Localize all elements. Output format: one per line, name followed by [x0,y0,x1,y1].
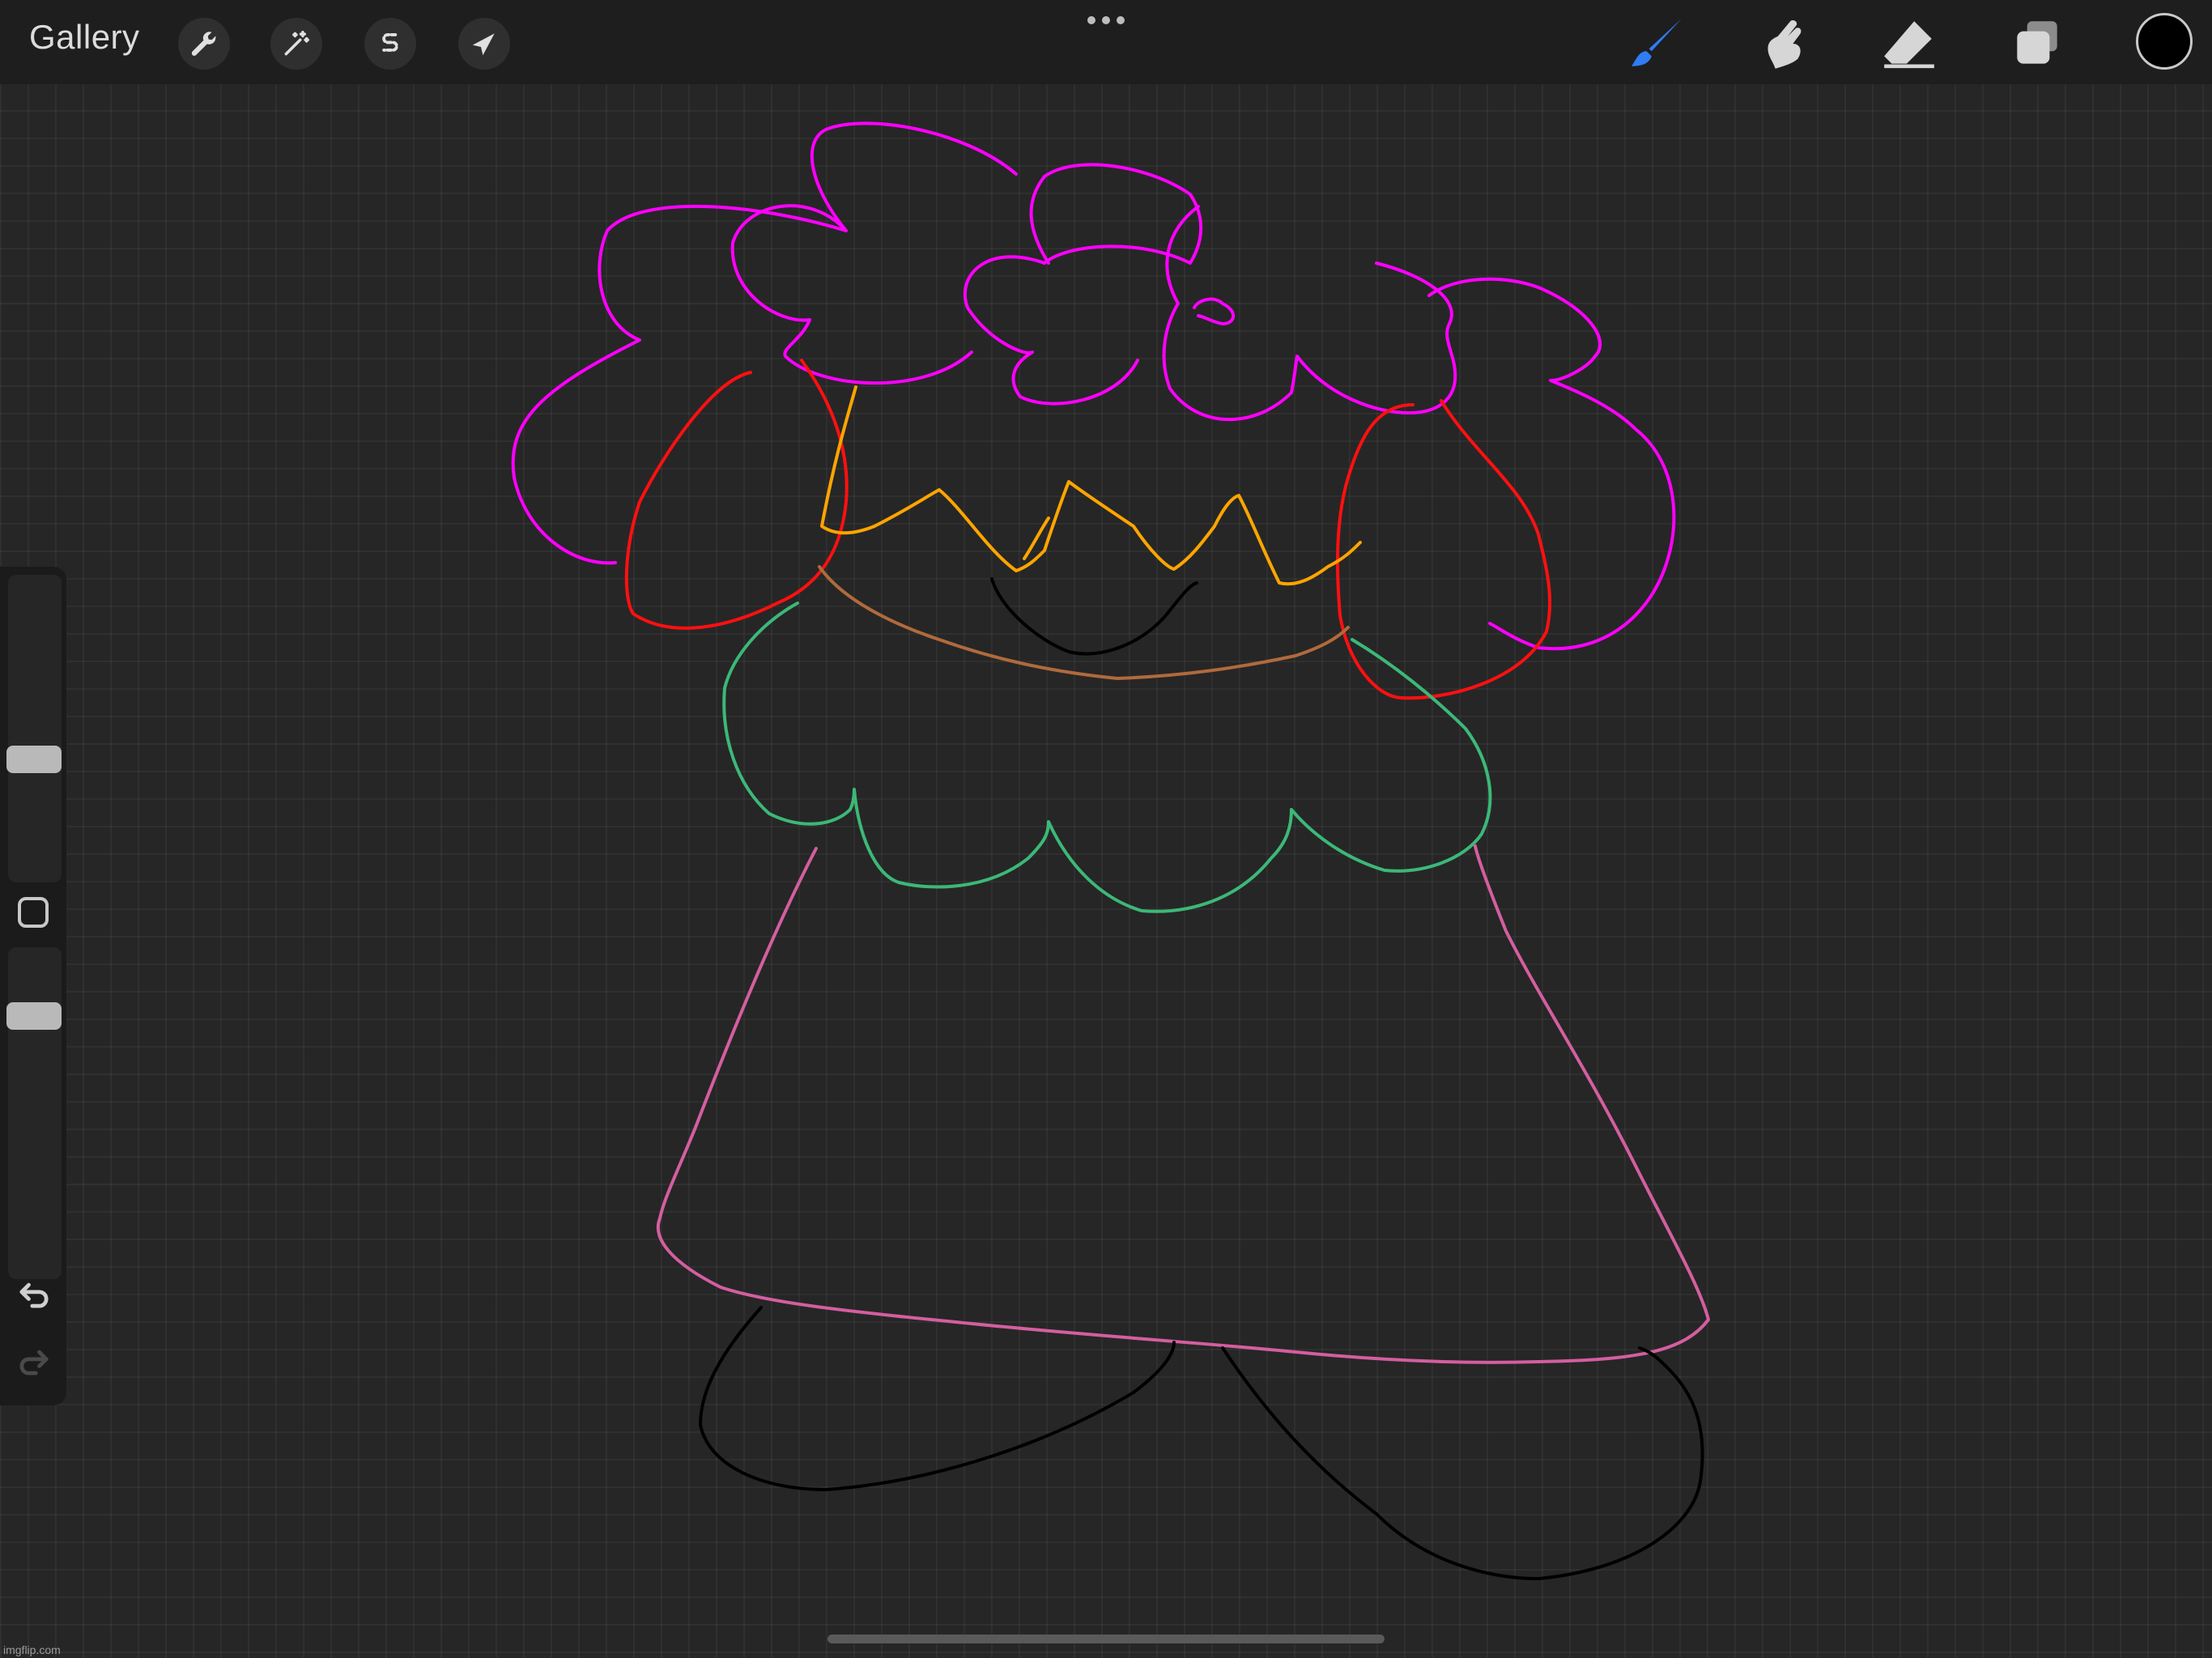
sketch-drawing [511,121,1710,1580]
selection-button[interactable] [364,18,416,70]
leg-strokes [699,1306,1704,1580]
layers-icon [2017,21,2057,64]
selection-s-icon [382,33,398,52]
brush-size-thumb[interactable] [6,746,62,773]
drawing-canvas[interactable] [0,0,2212,1658]
more-options-button[interactable] [1085,10,1127,31]
gallery-button[interactable]: Gallery [29,18,140,57]
modify-button[interactable] [18,897,49,928]
ribbon-strokes [624,359,1552,700]
layers-button[interactable] [2003,11,2071,76]
redo-icon[interactable] [13,1340,55,1382]
smudge-tool-button[interactable] [1749,11,1817,76]
brush-size-slider[interactable] [6,575,62,882]
home-indicator[interactable] [827,1635,1385,1643]
eraser-tool-button[interactable] [1875,11,1943,76]
sidebar [0,567,66,1405]
undo-icon[interactable] [13,1273,55,1315]
brush-tool-button[interactable] [1623,11,1691,76]
brush-opacity-thumb[interactable] [6,1002,62,1030]
eraser-icon [1884,21,1934,69]
wrench-icon [191,32,216,56]
face-strokes [990,577,1198,656]
brush-opacity-slider[interactable] [6,947,62,1279]
magic-wand-icon [284,31,309,56]
watermark: imgflip.com [3,1643,61,1656]
smudge-finger-icon [1767,20,1802,69]
hair-strokes [511,121,1676,651]
transform-button[interactable] [458,18,510,70]
top-toolbar: Gallery [0,0,2212,84]
adjustments-button[interactable] [270,18,322,70]
color-picker-button[interactable] [2136,13,2193,70]
ellipsis-icon [1087,16,1095,24]
brush-icon [1631,19,1682,66]
crown-strokes [820,385,1362,586]
actions-button[interactable] [178,18,230,70]
neckline-strokes [818,565,1350,680]
arrow-cursor-icon [472,33,495,56]
dress-strokes [656,844,1710,1364]
collar-strokes [722,602,1492,913]
